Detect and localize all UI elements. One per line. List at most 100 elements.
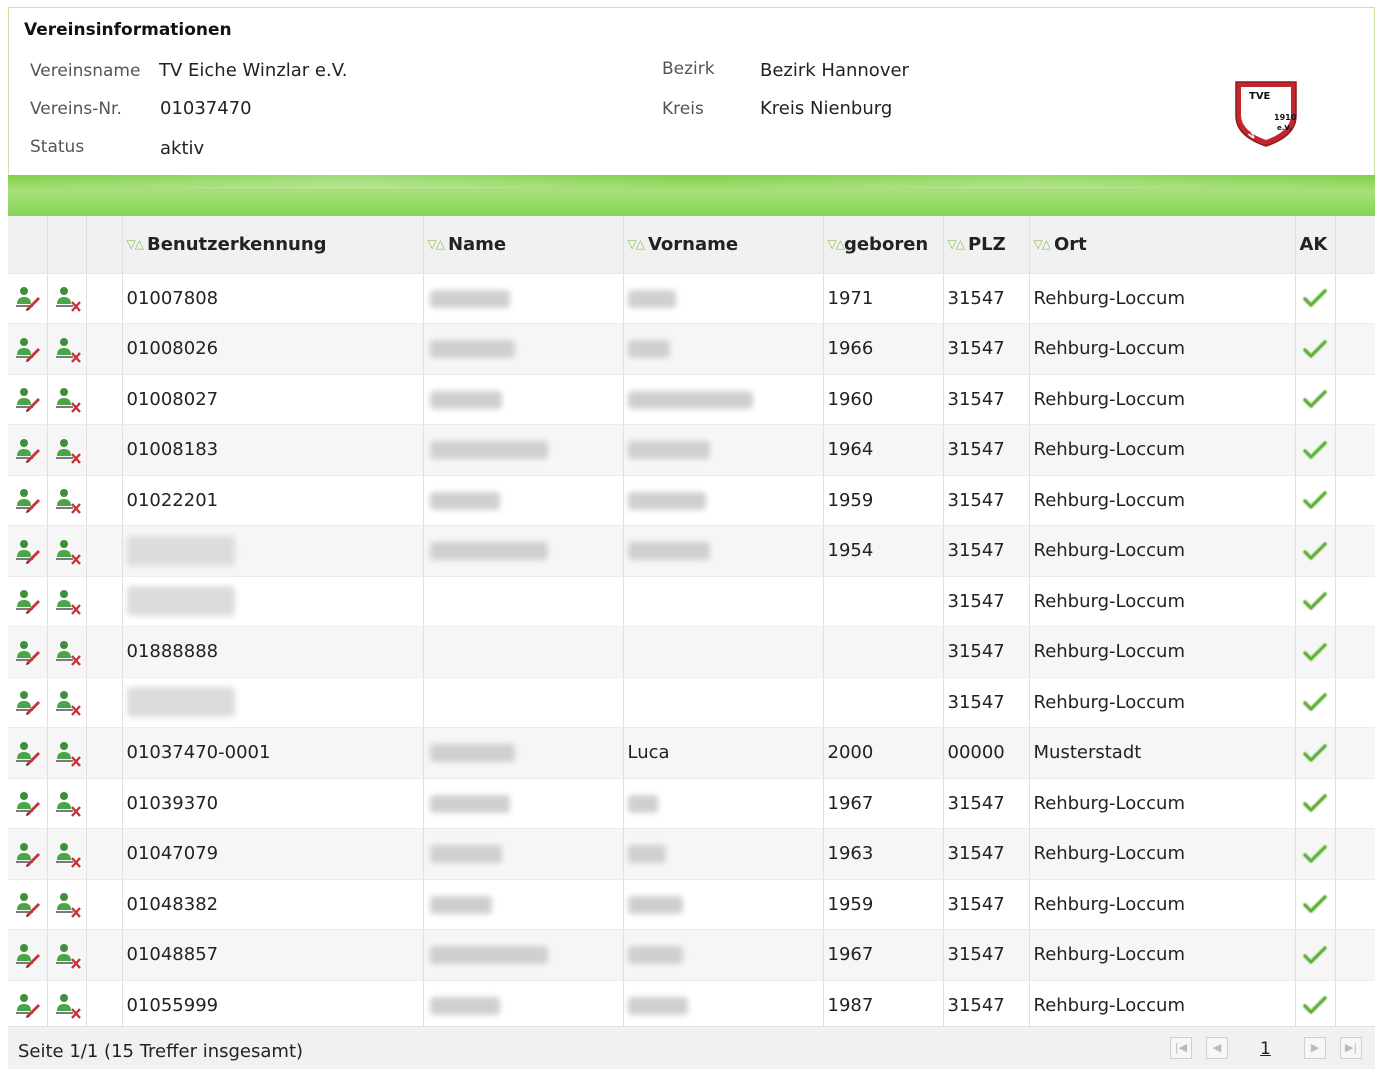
first-page-icon[interactable]: |◀ <box>1170 1037 1192 1059</box>
table-footer: Seite 1/1 (15 Treffer insgesamt) |◀ ◀ 1 … <box>8 1026 1375 1069</box>
delete-user-icon[interactable] <box>53 691 81 717</box>
delete-user-icon[interactable] <box>53 337 81 363</box>
delete-user-button[interactable] <box>47 980 87 1031</box>
edit-user-button[interactable] <box>8 576 48 627</box>
delete-user-button[interactable] <box>47 424 87 476</box>
header-zip[interactable]: ▽△ PLZ <box>943 216 1030 274</box>
edit-user-button[interactable] <box>8 374 48 425</box>
delete-user-icon[interactable] <box>53 893 81 919</box>
header-born[interactable]: ▽△geboren <box>823 216 944 274</box>
edit-user-button[interactable] <box>8 626 48 678</box>
edit-user-button[interactable] <box>8 980 48 1031</box>
edit-user-button[interactable] <box>8 727 48 779</box>
delete-user-icon[interactable] <box>53 489 81 515</box>
delete-user-icon[interactable] <box>53 590 81 616</box>
edit-user-button[interactable] <box>8 273 48 324</box>
zip-cell: 31547 <box>943 525 1030 577</box>
delete-user-icon[interactable] <box>53 842 81 868</box>
redacted-last-name <box>429 441 548 460</box>
edit-user-button[interactable] <box>8 323 48 375</box>
edit-user-button[interactable] <box>8 879 48 930</box>
edit-user-button[interactable] <box>8 475 48 526</box>
page-number-link[interactable]: 1 <box>1260 1039 1271 1059</box>
first-name-cell <box>623 677 824 728</box>
ak-cell <box>1295 323 1336 375</box>
first-name-cell <box>623 929 824 981</box>
edit-user-icon[interactable] <box>13 489 41 514</box>
edit-user-icon[interactable] <box>13 943 41 968</box>
edit-user-button[interactable] <box>8 677 48 728</box>
delete-user-button[interactable] <box>47 374 87 425</box>
delete-user-button[interactable] <box>47 323 87 375</box>
edit-user-icon[interactable] <box>13 893 41 918</box>
delete-user-button[interactable] <box>47 677 87 728</box>
edit-user-icon[interactable] <box>13 640 41 665</box>
last-name-cell <box>423 424 624 476</box>
edit-user-button[interactable] <box>8 525 48 577</box>
sort-icon[interactable]: ▽△ <box>428 237 445 251</box>
delete-user-icon[interactable] <box>53 287 81 313</box>
delete-user-icon[interactable] <box>53 438 81 464</box>
delete-user-icon[interactable] <box>53 792 81 818</box>
delete-user-icon[interactable] <box>53 640 81 666</box>
delete-user-icon[interactable] <box>53 388 81 414</box>
logo-text-year: 1910 <box>1274 113 1297 122</box>
delete-user-button[interactable] <box>47 828 87 880</box>
delete-user-icon[interactable] <box>53 994 81 1020</box>
sort-icon[interactable]: ▽△ <box>828 237 845 251</box>
ak-cell <box>1295 778 1336 829</box>
delete-user-button[interactable] <box>47 929 87 981</box>
header-city[interactable]: ▽△ Ort <box>1029 216 1296 274</box>
delete-user-button[interactable] <box>47 626 87 678</box>
redacted-last-name <box>429 895 492 914</box>
first-name-cell <box>623 424 824 476</box>
delete-user-icon[interactable] <box>53 539 81 565</box>
edit-user-icon[interactable] <box>13 741 41 766</box>
header-first-name[interactable]: ▽△ Vorname <box>623 216 824 274</box>
edit-user-icon[interactable] <box>13 287 41 312</box>
delete-user-button[interactable] <box>47 727 87 779</box>
redacted-last-name <box>429 390 502 409</box>
redacted-user-id <box>126 535 235 566</box>
edit-user-button[interactable] <box>8 424 48 476</box>
next-page-icon[interactable]: ▶ <box>1304 1037 1326 1059</box>
edit-user-button[interactable] <box>8 778 48 829</box>
blank-cell <box>86 576 123 627</box>
edit-user-icon[interactable] <box>13 691 41 716</box>
city-name: Rehburg-Loccum <box>1033 388 1185 410</box>
delete-user-icon[interactable] <box>53 741 81 767</box>
edit-user-icon[interactable] <box>13 792 41 817</box>
sort-icon[interactable]: ▽△ <box>127 237 144 251</box>
delete-user-button[interactable] <box>47 576 87 627</box>
last-page-icon[interactable]: ▶| <box>1340 1037 1362 1059</box>
sort-icon[interactable]: ▽△ <box>628 237 645 251</box>
city-cell: Rehburg-Loccum <box>1029 525 1296 577</box>
first-name-cell: Luca <box>623 727 824 779</box>
delete-user-button[interactable] <box>47 778 87 829</box>
ak-cell <box>1295 424 1336 476</box>
delete-user-button[interactable] <box>47 273 87 324</box>
sort-icon[interactable]: ▽△ <box>1034 237 1051 251</box>
header-user-id[interactable]: ▽△ Benutzerkennung <box>122 216 424 274</box>
city-name: Rehburg-Loccum <box>1033 489 1185 511</box>
delete-user-button[interactable] <box>47 879 87 930</box>
sort-icon[interactable]: ▽△ <box>948 237 965 251</box>
delete-user-icon[interactable] <box>53 943 81 969</box>
delete-user-button[interactable] <box>47 525 87 577</box>
edit-user-icon[interactable] <box>13 438 41 463</box>
edit-user-icon[interactable] <box>13 337 41 362</box>
edit-user-icon[interactable] <box>13 539 41 564</box>
delete-user-button[interactable] <box>47 475 87 526</box>
edit-user-button[interactable] <box>8 828 48 880</box>
edit-user-icon[interactable] <box>13 842 41 867</box>
header-last-name[interactable]: ▽△ Name <box>423 216 624 274</box>
last-name-cell <box>423 323 624 375</box>
user-id-cell: 01022201 <box>122 475 424 526</box>
edit-user-icon[interactable] <box>13 388 41 413</box>
prev-page-icon[interactable]: ◀ <box>1206 1037 1228 1059</box>
born-cell: 1967 <box>823 778 944 829</box>
check-icon <box>1302 489 1328 510</box>
edit-user-icon[interactable] <box>13 994 41 1019</box>
edit-user-button[interactable] <box>8 929 48 981</box>
edit-user-icon[interactable] <box>13 590 41 615</box>
